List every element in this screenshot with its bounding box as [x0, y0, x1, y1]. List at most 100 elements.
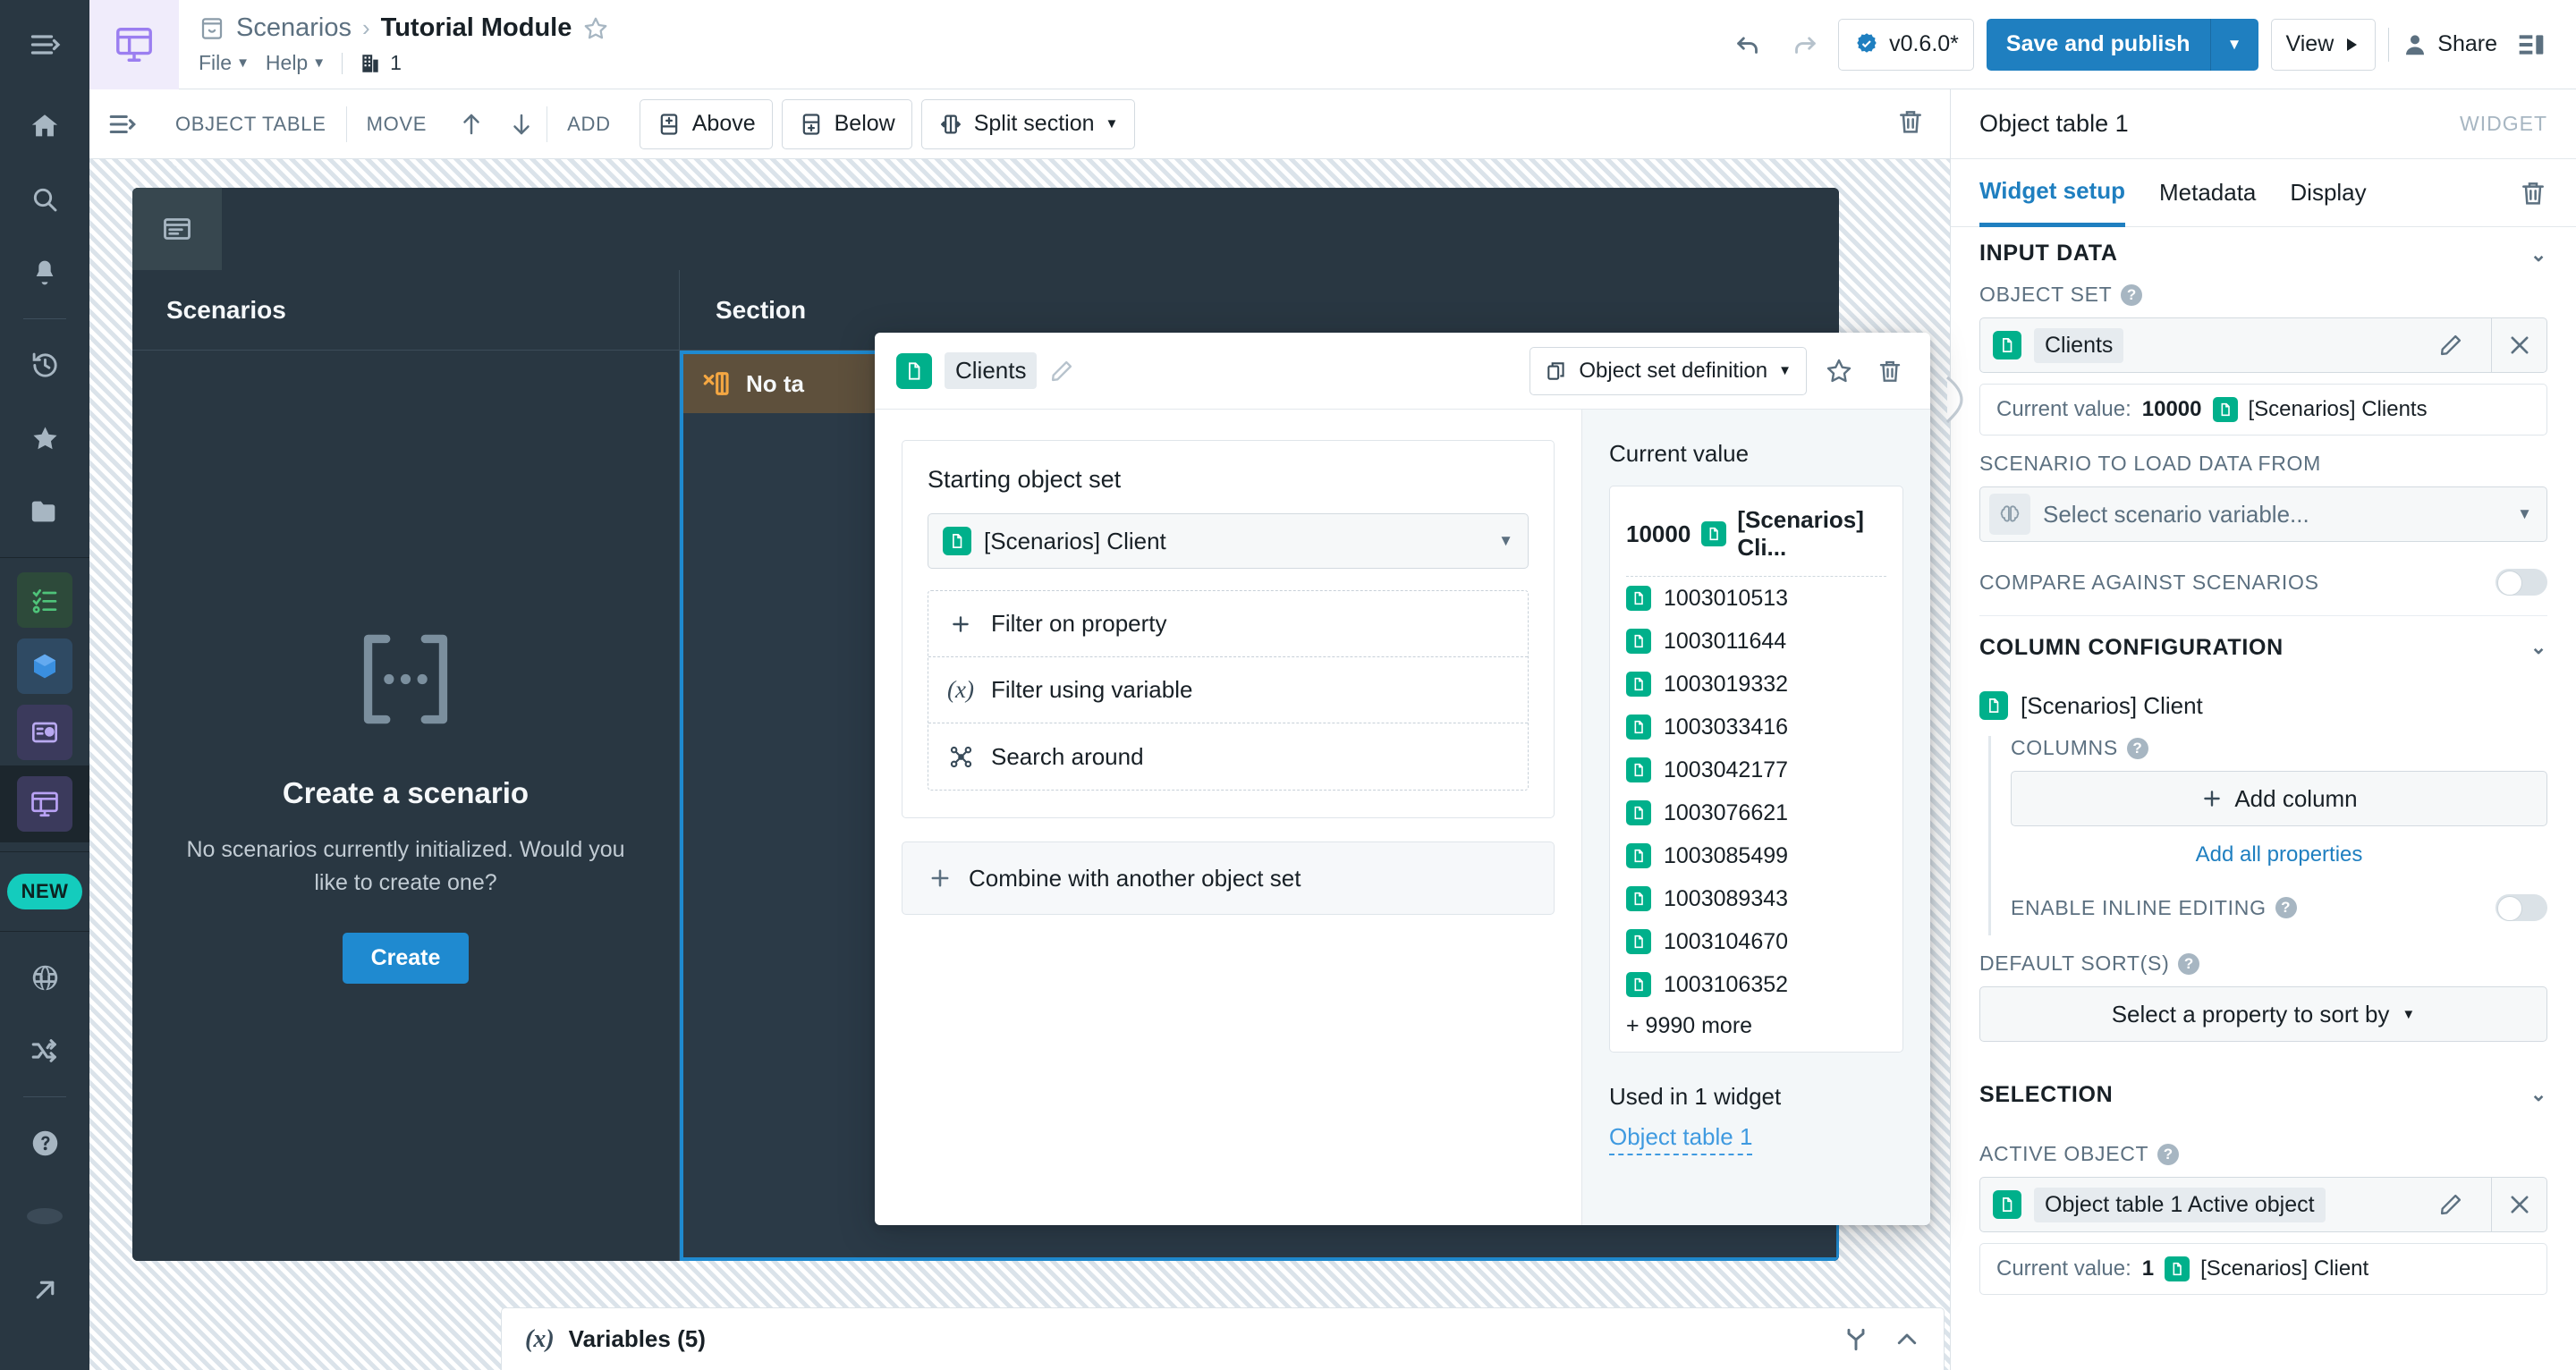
search-around-action[interactable]: Search around [928, 723, 1528, 790]
add-all-properties-link[interactable]: Add all properties [2011, 842, 2547, 867]
avatar[interactable] [13, 1185, 76, 1247]
sidebar-expand-icon[interactable] [13, 13, 76, 76]
sidebar-item-help[interactable] [13, 1112, 76, 1174]
sidebar-item-search[interactable] [13, 168, 76, 231]
panel-toggle-icon[interactable] [2510, 23, 2553, 66]
sidebar-item-history[interactable] [13, 334, 76, 396]
filter-using-variable-action[interactable]: (x) Filter using variable [928, 657, 1528, 723]
sidebar-item-projects[interactable] [13, 480, 76, 543]
section-selection[interactable]: SELECTION ⌄ [1979, 1063, 2547, 1126]
list-item[interactable]: 1003104670 [1626, 920, 1886, 963]
section-column-configuration[interactable]: COLUMN CONFIGURATION ⌄ [1979, 616, 2547, 679]
sidebar-item-workshop[interactable] [0, 765, 89, 842]
workshop-icon[interactable] [17, 776, 72, 832]
favorite-star-icon[interactable] [1819, 351, 1859, 391]
sidebar-item-shuffle[interactable] [13, 1019, 76, 1082]
view-button[interactable]: View [2270, 18, 2377, 71]
sidebar-item-globe[interactable] [13, 946, 76, 1009]
compare-scenarios-toggle[interactable] [2496, 569, 2547, 596]
list-item[interactable]: 1003106352 [1626, 963, 1886, 1006]
list-item[interactable]: 1003089343 [1626, 877, 1886, 920]
object-set-definition-button[interactable]: Object set definition ▼ [1530, 346, 1807, 395]
filter-on-property-action[interactable]: Filter on property [928, 591, 1528, 657]
redo-icon[interactable] [1783, 23, 1826, 66]
clear-active-object-icon[interactable] [2491, 1178, 2546, 1231]
menu-help[interactable]: Help ▼ [266, 51, 326, 75]
active-object-field[interactable]: Object table 1 Active object [1979, 1177, 2547, 1232]
object-set-field[interactable]: Clients [1979, 317, 2547, 373]
edit-active-object-icon[interactable] [2423, 1178, 2479, 1231]
edit-pencil-icon[interactable] [1049, 359, 1074, 384]
used-in-widget-link[interactable]: Object table 1 [1609, 1123, 1753, 1155]
section-input-data[interactable]: INPUT DATA ⌄ [1979, 227, 2547, 266]
sidebar-item-cube[interactable] [17, 638, 72, 694]
list-item[interactable]: 1003076621 [1626, 791, 1886, 834]
tab-display[interactable]: Display [2290, 159, 2366, 227]
move-up-icon[interactable] [446, 110, 496, 139]
breadcrumb-root[interactable]: Scenarios [236, 13, 352, 43]
list-item[interactable]: 1003042177 [1626, 748, 1886, 791]
list-item[interactable]: 1003033416 [1626, 706, 1886, 748]
help-icon[interactable]: ? [2126, 737, 2148, 759]
scenario-variable-select[interactable]: Select scenario variable... ▼ [1979, 486, 2547, 542]
share-button[interactable]: Share [2402, 31, 2497, 58]
panel-collapse-handle[interactable] [1945, 376, 1969, 424]
list-item[interactable]: 1003010513 [1626, 577, 1886, 620]
star-icon[interactable] [582, 15, 609, 42]
branch-graph-icon[interactable] [1842, 1325, 1870, 1354]
help-icon[interactable]: ? [2275, 897, 2297, 918]
variables-bar[interactable]: (x) Variables (5) [501, 1307, 1945, 1370]
starting-object-set-title: Starting object set [928, 466, 1122, 493]
layers-toggle-icon[interactable] [89, 109, 156, 140]
sidebar-item-checklist[interactable] [17, 572, 72, 628]
add-below-button[interactable]: Below [781, 98, 912, 149]
create-scenario-button[interactable]: Create [342, 932, 470, 984]
object-type-icon [2212, 397, 2238, 422]
widget-type-icon[interactable] [132, 188, 222, 270]
save-and-publish-button[interactable]: Save and publish [1986, 18, 2210, 71]
sidebar-item-external-link[interactable] [13, 1258, 76, 1321]
starting-object-set-select[interactable]: [Scenarios] Client ▼ [928, 513, 1529, 569]
menu-file[interactable]: File ▼ [199, 51, 250, 75]
tab-widget-setup[interactable]: Widget setup [1979, 159, 2125, 227]
split-section-button[interactable]: Split section ▼ [920, 98, 1136, 149]
organization-indicator[interactable]: 1 [359, 51, 402, 75]
sidebar-item-media[interactable] [17, 705, 72, 760]
delete-widget-icon[interactable] [1896, 107, 1925, 140]
object-id: 1003085499 [1664, 842, 1789, 868]
header-actions: v0.6.0* Save and publish ▼ View Share [1727, 18, 2553, 71]
undo-icon[interactable] [1727, 23, 1770, 66]
object-id: 1003089343 [1664, 885, 1789, 911]
delete-object-set-icon[interactable] [1871, 352, 1909, 390]
more-objects-label: + 9990 more [1626, 1013, 1753, 1038]
save-options-caret-icon[interactable]: ▼ [2209, 18, 2258, 71]
add-label: ADD [567, 112, 611, 135]
add-above-button[interactable]: Above [639, 98, 773, 149]
help-icon[interactable]: ? [2178, 952, 2200, 975]
module-logo-icon[interactable] [89, 0, 179, 89]
sidebar-item-home[interactable] [13, 95, 76, 157]
sort-property-select[interactable]: Select a property to sort by ▼ [1979, 986, 2547, 1042]
move-label: MOVE [366, 112, 428, 135]
sidebar-item-favorites[interactable] [13, 407, 76, 469]
add-column-button[interactable]: Add column [2011, 771, 2547, 826]
help-icon[interactable]: ? [2157, 1143, 2180, 1165]
inline-editing-toggle[interactable] [2496, 894, 2547, 921]
list-item[interactable]: 1003085499 [1626, 834, 1886, 877]
help-icon[interactable]: ? [2121, 283, 2143, 306]
sidebar-toggle[interactable] [0, 0, 89, 89]
version-badge[interactable]: v0.6.0* [1838, 18, 1974, 71]
sidebar-item-notifications[interactable] [13, 241, 76, 304]
move-down-icon[interactable] [496, 110, 547, 139]
modal-object-set-name[interactable]: Clients [945, 352, 1038, 389]
edit-object-set-icon[interactable] [2423, 318, 2479, 372]
clear-object-set-icon[interactable] [2491, 318, 2546, 372]
combine-object-set-button[interactable]: Combine with another object set [902, 841, 1555, 915]
list-item[interactable]: 1003011644 [1626, 620, 1886, 663]
tab-metadata[interactable]: Metadata [2159, 159, 2256, 227]
input-data-header: INPUT DATA [1979, 241, 2118, 266]
menu-help-label: Help [265, 51, 309, 74]
list-item[interactable]: 1003019332 [1626, 663, 1886, 706]
collapse-chevron-icon[interactable] [1894, 1326, 1920, 1353]
delete-widget-icon[interactable] [2519, 179, 2547, 207]
